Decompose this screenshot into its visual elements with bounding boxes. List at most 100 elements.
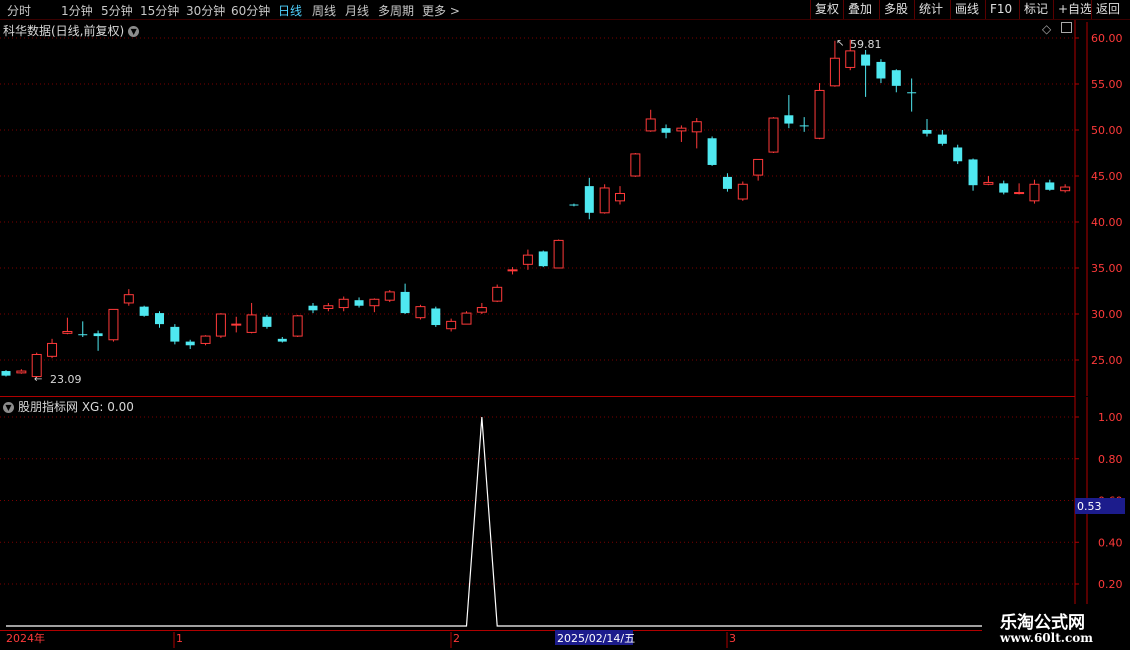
candle-body [262,316,272,327]
timeline-label-mar: 3 [729,632,736,645]
low-arrow-icon: ← [34,374,42,385]
candle-body [630,153,641,177]
cursor-value: 0.53 [1077,500,1102,513]
candle-body [983,181,994,185]
candle-body [1014,192,1025,195]
timeline-axis: 2024年 1 2 2025/02/14/五 3 [6,630,736,645]
price-tick-label: 50.00 [1091,124,1123,137]
candle-body [522,254,533,265]
candle-body [246,314,257,333]
candle-body [123,294,134,304]
cursor-date: 2025/02/14/五 [557,632,635,645]
candle-body [323,305,334,309]
candle-body [661,128,671,133]
candle-body [538,251,548,267]
candle-body [599,187,610,214]
candle-body [461,312,472,325]
indicator-tick-label: 0.20 [1098,578,1123,591]
candle-body [1060,186,1071,192]
candle-body [215,313,226,337]
candle-body [446,320,457,330]
candle-body [415,306,426,319]
candle-body [62,330,73,334]
cursor-value-box: 0.53 [1075,498,1125,514]
candle-body [139,306,149,316]
candle-body [200,335,211,344]
candle-body [1,371,11,376]
candle-body [185,341,195,346]
candle-body [507,269,518,272]
candle-body [968,159,978,186]
candle-body [829,57,840,87]
high-arrow-icon: ↖ [836,38,844,49]
candle-body [400,291,410,314]
candle-body [799,125,809,127]
candle-body [354,300,364,306]
candle-body [292,315,303,337]
candle-body [891,70,901,86]
candle-body [569,204,579,206]
indicator-tick-label: 0.80 [1098,453,1123,466]
price-tick-label: 45.00 [1091,170,1123,183]
candle-body [845,50,856,68]
candle-body [553,239,564,269]
candle-body [155,313,164,325]
indicator-grid [0,416,1075,585]
candle-body [937,134,947,144]
price-tick-label: 35.00 [1091,262,1123,275]
candle-body [707,138,717,165]
candle-body [768,117,779,153]
candle-body [861,54,871,66]
candle-body [753,158,764,176]
candle-body [876,61,886,79]
candle-body [999,183,1009,193]
candle-body [384,291,395,301]
watermark-url: www.60lt.com [1000,631,1093,645]
candle-body [615,192,625,202]
price-tick-label: 55.00 [1091,78,1123,91]
indicator-tick-label: 0.40 [1098,536,1123,549]
candle-body [93,333,103,337]
candle-body [108,308,119,341]
candle-body [431,308,441,326]
axes [0,20,1130,650]
candle-body [170,326,180,342]
candle-body [1045,182,1055,190]
candle-body [691,121,702,133]
price-tick-label: 60.00 [1091,32,1123,45]
price-tick-label: 30.00 [1091,308,1123,321]
candle-body [277,338,287,342]
candle-body [814,89,825,139]
candle-body [645,118,656,132]
watermark-title: 乐淘公式网 [1000,613,1085,633]
xg-series-line [6,416,1066,627]
candle-body [231,323,242,326]
candle-body [907,92,917,94]
candle-body [338,298,349,309]
low-price-label: 23.09 [50,373,82,386]
candle-body [369,298,380,307]
candle-body [492,286,503,302]
annotations: 59.81 ↖ ← 23.09 [34,38,882,386]
candle-body [953,147,963,162]
candle-body [722,176,732,189]
candle-body [922,130,932,134]
candle-body [47,342,58,357]
candle-body [784,115,794,124]
candle-body [737,183,748,200]
candle-body [476,307,487,313]
candle-body [16,370,27,374]
timeline-label-year: 2024年 [6,631,45,645]
kline-chart[interactable]: 25.00 30.00 35.00 40.00 45.00 50.00 55.00 60.00… [0,0,1130,650]
candle-body [1029,183,1040,202]
candle-body [584,186,594,213]
timeline-label-jan: 1 [176,632,183,645]
candle-body [676,127,687,132]
indicator-line [6,416,1066,627]
high-price-label: 59.81 [850,38,882,51]
timeline-label-feb: 2 [453,632,460,645]
price-tick-label: 40.00 [1091,216,1123,229]
candle-body [308,305,318,311]
candle-body [78,334,88,336]
candles [1,39,1071,378]
